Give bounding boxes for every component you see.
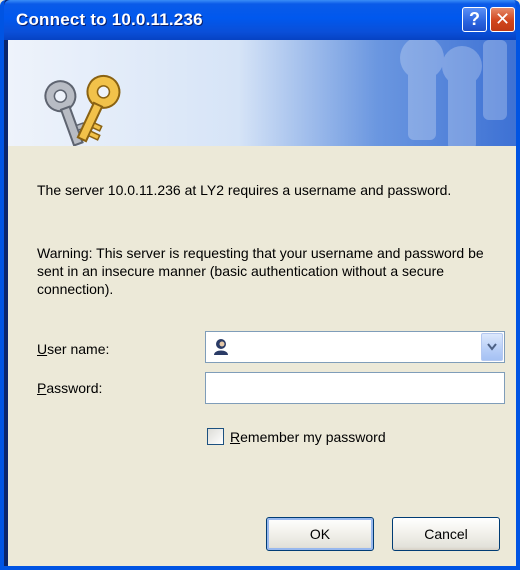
remember-label-mnemonic: R	[230, 429, 241, 445]
user-avatar-icon	[214, 339, 228, 355]
chevron-down-icon	[487, 343, 497, 351]
server-prompt-text: The server 10.0.11.236 at LY2 requires a…	[37, 182, 452, 198]
username-label: User name:	[37, 340, 109, 358]
password-label-rest: assword:	[46, 380, 103, 396]
help-icon: ?	[469, 9, 480, 29]
password-label: Password:	[37, 379, 102, 397]
cancel-button[interactable]: Cancel	[392, 517, 500, 551]
ok-button[interactable]: OK	[266, 517, 374, 551]
password-field[interactable]	[205, 372, 505, 404]
remember-label-rest: emember my password	[240, 429, 386, 445]
help-button[interactable]: ?	[462, 7, 487, 32]
dialog-body: The server 10.0.11.236 at LY2 requires a…	[8, 146, 516, 566]
header-banner	[8, 40, 516, 146]
remember-password-label[interactable]: Remember my password	[230, 428, 386, 446]
keys-icon	[44, 74, 121, 146]
close-button[interactable]: ✕	[490, 7, 515, 32]
keys-watermark-icon	[400, 40, 507, 146]
remember-password-checkbox[interactable]	[207, 428, 224, 445]
password-label-mnemonic: P	[37, 380, 47, 396]
login-dialog: Connect to 10.0.11.236 ? ✕ The server 10…	[0, 0, 520, 570]
security-warning-text: Warning: This server is requesting that …	[37, 245, 484, 297]
username-label-mnemonic: U	[37, 341, 48, 357]
title-bar[interactable]: Connect to 10.0.11.236 ? ✕	[4, 0, 516, 40]
close-icon: ✕	[494, 9, 511, 29]
username-label-rest: ser name:	[47, 341, 110, 357]
window-title: Connect to 10.0.11.236	[16, 10, 203, 29]
username-dropdown-button[interactable]	[481, 333, 503, 361]
username-combobox[interactable]	[205, 331, 505, 363]
